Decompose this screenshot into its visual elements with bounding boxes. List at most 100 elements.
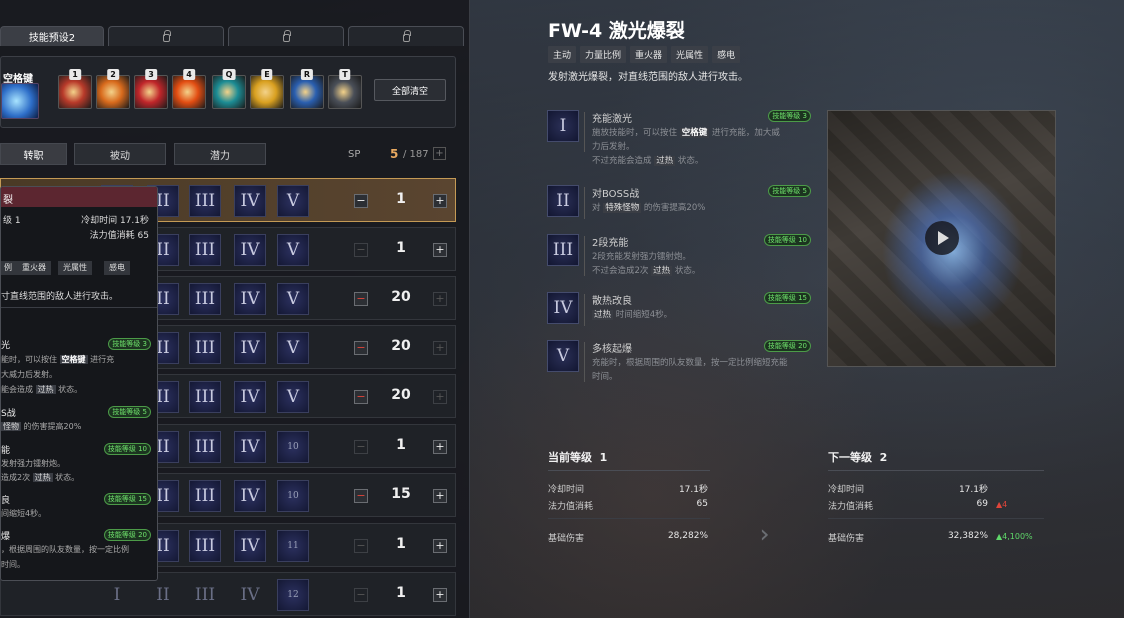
tier-node[interactable]: IV xyxy=(234,332,266,364)
tier-node[interactable]: 10 xyxy=(277,431,309,463)
tier-node[interactable]: III xyxy=(189,530,221,562)
tier-node[interactable]: III xyxy=(189,185,221,217)
next-mana-label: 法力值消耗 xyxy=(828,502,874,512)
skill-panel: 技能预设2 空格键 1234QERT 全部清空 转职 被动 潜力 SP 5 / … xyxy=(0,0,470,618)
sp-max: / 187 xyxy=(403,149,429,160)
tier-node[interactable]: IV xyxy=(234,234,266,266)
level-increase-button[interactable]: + xyxy=(433,539,447,553)
upgrade-badge: 技能等级 15 xyxy=(763,292,811,304)
skill-level: 20 xyxy=(391,387,411,403)
space-skill-icon[interactable] xyxy=(1,83,39,119)
level-decrease-button[interactable]: − xyxy=(354,489,368,503)
tier-node[interactable]: IV xyxy=(234,381,266,413)
tier-node[interactable]: III xyxy=(189,332,221,364)
tier-node[interactable]: IV xyxy=(234,480,266,512)
upgrade-highlight: 空格键 xyxy=(679,128,710,138)
tier-node[interactable]: 12 xyxy=(277,579,309,611)
upgrade-badge: 技能等级 5 xyxy=(768,185,811,197)
tier-v-icon: V xyxy=(547,340,579,372)
upgrade-highlight: 特殊怪物 xyxy=(603,203,642,213)
skill-slot-e[interactable]: E xyxy=(250,69,284,109)
skill-slot-3[interactable]: 3 xyxy=(134,69,168,109)
tier-node[interactable]: III xyxy=(189,234,221,266)
tier-node[interactable]: IV xyxy=(234,283,266,315)
play-icon[interactable] xyxy=(925,221,959,255)
tier-node[interactable]: V xyxy=(277,234,309,266)
upgrade-text: 进行充能，加大威 xyxy=(709,128,780,138)
skill-slot-2[interactable]: 2 xyxy=(96,69,130,109)
upgrade-name: 散热改良 xyxy=(592,296,632,307)
tooltip-text: 能时，可以按住 xyxy=(1,355,60,364)
upgrade-text: 力后发射。 xyxy=(592,142,635,152)
level-decrease-button[interactable]: − xyxy=(354,341,368,355)
level-decrease-button[interactable]: − xyxy=(354,588,368,602)
skill-slot-4[interactable]: 4 xyxy=(172,69,206,109)
upgrade-text: 不过充能会造成 xyxy=(592,156,655,166)
skill-slot-1[interactable]: 1 xyxy=(58,69,92,109)
level-increase-button[interactable]: + xyxy=(433,341,447,355)
tier-node[interactable]: V xyxy=(277,283,309,315)
level-increase-button[interactable]: + xyxy=(433,588,447,602)
tooltip-tag: 例 xyxy=(1,261,17,275)
skill-preview-video[interactable] xyxy=(827,110,1056,367)
skill-level: 1 xyxy=(396,240,406,256)
tier-node[interactable]: 10 xyxy=(277,480,309,512)
level-increase-button[interactable]: + xyxy=(433,194,447,208)
tooltip-mana: 法力值消耗 65 xyxy=(89,231,149,241)
sp-plus-button[interactable]: + xyxy=(433,147,446,160)
tier-node[interactable]: 11 xyxy=(277,530,309,562)
level-increase-button[interactable]: + xyxy=(433,243,447,257)
tier-node[interactable]: III xyxy=(189,579,221,611)
current-cooldown-label: 冷却时间 xyxy=(548,485,585,495)
tier-node[interactable]: I xyxy=(101,579,133,611)
tab-preset-2[interactable]: 技能预设2 xyxy=(0,26,104,46)
divider xyxy=(584,342,585,382)
level-increase-button[interactable]: + xyxy=(433,489,447,503)
tier-node[interactable]: V xyxy=(277,332,309,364)
skill-slot-t[interactable]: T xyxy=(328,69,362,109)
tab-locked-3[interactable] xyxy=(348,26,464,46)
level-decrease-button[interactable]: − xyxy=(354,539,368,553)
tooltip-item-title: 良 xyxy=(1,496,11,506)
next-damage-label: 基础伤害 xyxy=(828,534,865,544)
tier-node[interactable]: IV xyxy=(234,579,266,611)
level-decrease-button[interactable]: − xyxy=(354,243,368,257)
tab-potential[interactable]: 潜力 xyxy=(174,143,266,165)
tier-node[interactable]: V xyxy=(277,185,309,217)
divider xyxy=(548,518,710,519)
tier-node[interactable]: III xyxy=(189,431,221,463)
level-decrease-button[interactable]: − xyxy=(354,440,368,454)
upgrade-text: 状态。 xyxy=(675,156,704,166)
tooltip-text: 时间。 xyxy=(1,560,25,569)
level-increase-button[interactable]: + xyxy=(433,440,447,454)
tier-node[interactable]: IV xyxy=(234,530,266,562)
clear-all-button[interactable]: 全部清空 xyxy=(374,79,446,101)
level-increase-button[interactable]: + xyxy=(433,390,447,404)
tier-node[interactable]: V xyxy=(277,381,309,413)
tier-node[interactable]: IV xyxy=(234,431,266,463)
tab-advancement[interactable]: 转职 xyxy=(0,143,67,165)
sp-value: 5 xyxy=(390,147,399,161)
keybind-label: Q xyxy=(222,69,236,80)
level-increase-button[interactable]: + xyxy=(433,292,447,306)
divider xyxy=(584,294,585,326)
next-level-label: 下一等级 xyxy=(828,451,872,464)
skill-level: 15 xyxy=(391,486,411,502)
tier-node[interactable]: III xyxy=(189,480,221,512)
tier-node[interactable]: II xyxy=(147,579,179,611)
tab-passive[interactable]: 被动 xyxy=(74,143,166,165)
tier-node[interactable]: IV xyxy=(234,185,266,217)
tab-locked-2[interactable] xyxy=(228,26,344,46)
divider xyxy=(828,518,1044,519)
skill-slot-r[interactable]: R xyxy=(290,69,324,109)
tier-iii-icon: III xyxy=(547,234,579,266)
level-decrease-button[interactable]: − xyxy=(354,292,368,306)
skill-slot-q[interactable]: Q xyxy=(212,69,246,109)
level-decrease-button[interactable]: − xyxy=(354,194,368,208)
level-decrease-button[interactable]: − xyxy=(354,390,368,404)
tier-node[interactable]: III xyxy=(189,381,221,413)
tier-node[interactable]: III xyxy=(189,283,221,315)
tooltip-tag: 光属性 xyxy=(58,261,92,275)
tab-locked-1[interactable] xyxy=(108,26,224,46)
keybind-label: 1 xyxy=(69,69,81,80)
